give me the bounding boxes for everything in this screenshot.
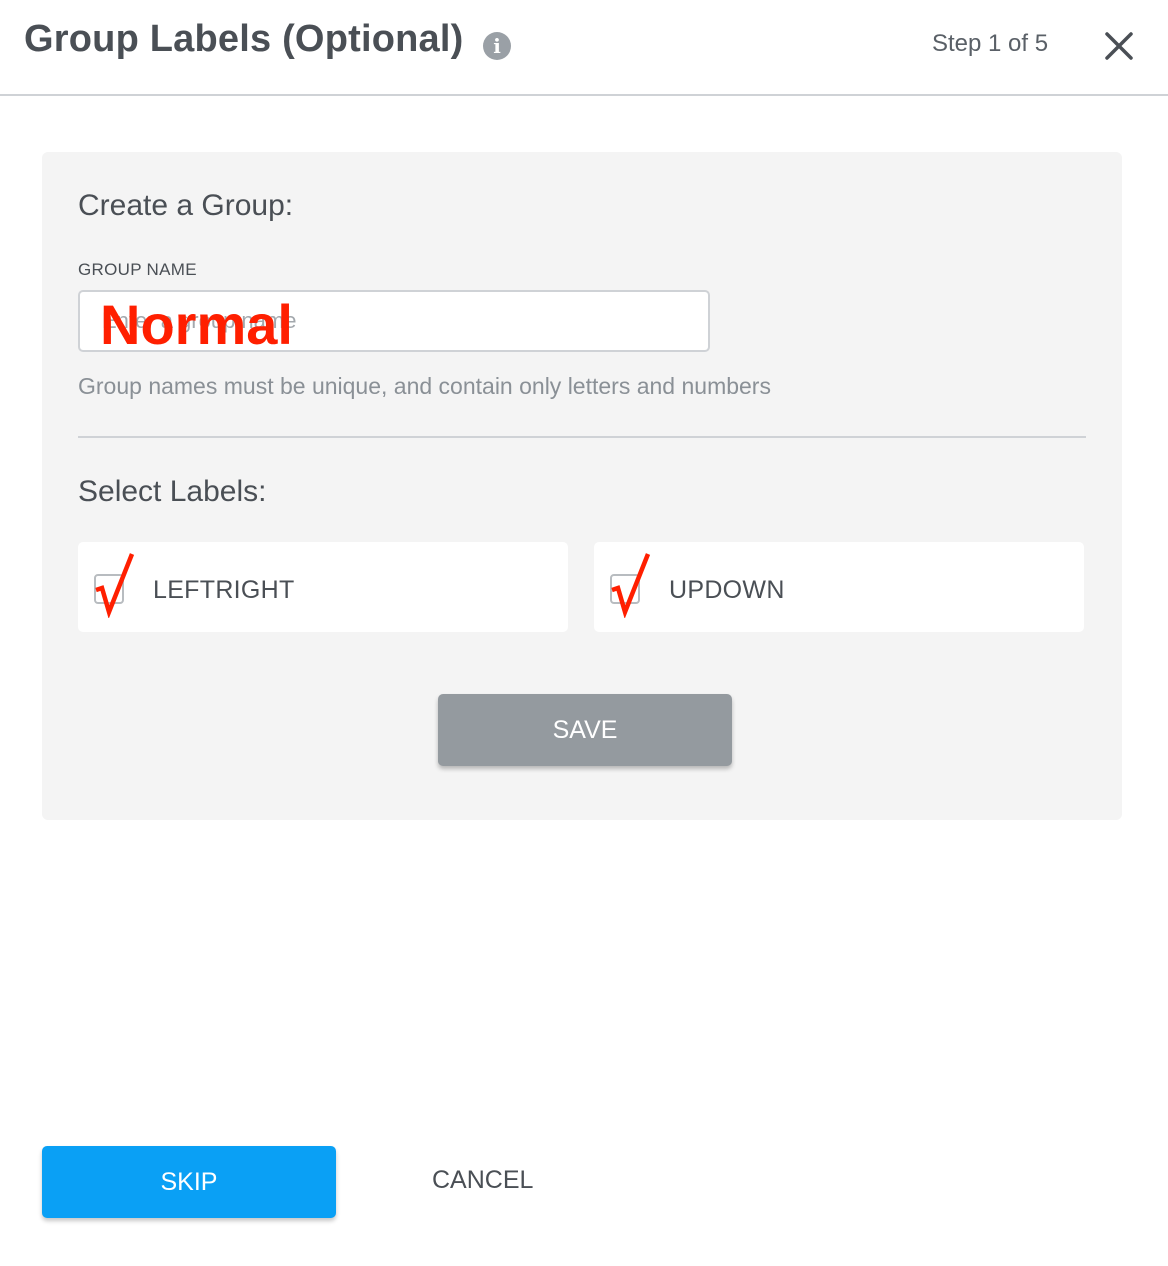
label-option-text: UPDOWN xyxy=(669,576,785,604)
label-option-updown[interactable]: UPDOWN xyxy=(594,542,1084,632)
section-divider xyxy=(78,436,1086,438)
leftright-checkbox[interactable] xyxy=(94,574,124,604)
label-option-text: LEFTRIGHT xyxy=(153,576,295,604)
updown-checkbox[interactable] xyxy=(610,574,640,604)
select-labels-heading: Select Labels: xyxy=(78,475,267,508)
info-icon[interactable]: i xyxy=(483,32,511,60)
dialog-title: Group Labels (Optional) xyxy=(24,18,464,60)
dialog-header: Group Labels (Optional) i Step 1 of 5 xyxy=(0,0,1168,96)
step-indicator: Step 1 of 5 xyxy=(932,30,1049,57)
label-option-leftright[interactable]: LEFTRIGHT xyxy=(78,542,568,632)
cancel-button[interactable]: CANCEL xyxy=(432,1166,533,1195)
group-name-hint: Group names must be unique, and contain … xyxy=(78,373,771,399)
create-group-panel: Create a Group: GROUP NAME Normal Group … xyxy=(42,152,1122,820)
create-group-heading: Create a Group: xyxy=(78,189,294,222)
save-button[interactable]: SAVE xyxy=(438,694,732,766)
skip-button[interactable]: SKIP xyxy=(42,1146,336,1218)
group-name-label: GROUP NAME xyxy=(78,260,197,279)
close-icon[interactable] xyxy=(1101,28,1137,64)
group-name-input[interactable] xyxy=(78,290,710,352)
